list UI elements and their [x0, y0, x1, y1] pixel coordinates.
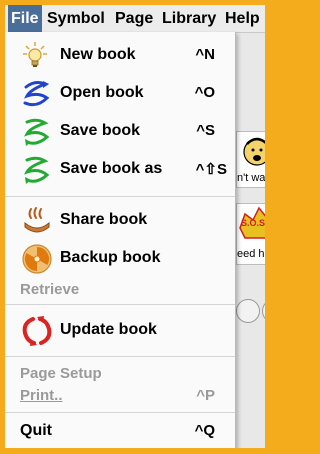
background-app: n't wa S.O.S eed he — [234, 33, 265, 448]
menu-item-quit[interactable]: Quit ^Q — [5, 416, 235, 448]
menubar: File Symbol Page Library Help — [5, 5, 265, 33]
menu-file[interactable]: File — [8, 5, 42, 32]
menu-item-save-book[interactable]: Save book ^S — [5, 116, 235, 148]
menu-library[interactable]: Library — [162, 5, 216, 32]
red-arrows-icon — [22, 316, 52, 346]
shortcut-label: ^Q — [194, 422, 215, 439]
shortcut-label: ^S — [196, 122, 215, 139]
green-swirl-icon — [24, 156, 50, 184]
menu-help[interactable]: Help — [225, 5, 260, 32]
menu-item-new-book[interactable]: New book ^N — [5, 40, 235, 72]
lightbulb-icon — [23, 42, 47, 67]
shortcut-label: ^N — [195, 46, 215, 63]
background-text: n't wa — [237, 172, 265, 184]
shortcut-label: ^⇧S — [195, 161, 227, 178]
menu-item-open-book[interactable]: Open book ^O — [5, 78, 235, 110]
background-text: eed he — [237, 248, 265, 260]
menu-item-share-book[interactable]: Share book — [5, 205, 235, 237]
blue-swirl-icon — [23, 81, 50, 107]
menu-item-label: Open book — [60, 84, 144, 101]
menu-item-label: Quit — [20, 422, 52, 439]
background-radio — [236, 299, 260, 323]
menu-separator — [5, 356, 235, 357]
menu-item-label: Save book as — [60, 160, 163, 177]
menu-separator — [5, 412, 235, 413]
menu-item-label: Print.. — [20, 387, 63, 404]
menu-item-retrieve[interactable]: Retrieve — [20, 281, 79, 298]
menu-item-label: New book — [60, 46, 136, 63]
sos-label: S.O.S — [241, 218, 265, 228]
file-menu-dropdown: New book ^N Open book ^O Save book ^S Sa… — [5, 32, 236, 448]
menu-separator — [5, 196, 235, 197]
app-window: n't wa S.O.S eed he File Symbol Page Lib… — [5, 5, 265, 448]
share-hand-icon — [24, 207, 50, 233]
menu-item-label: Save book — [60, 122, 141, 139]
menu-item-label: Update book — [60, 321, 157, 338]
menu-item-print[interactable]: Print.. ^P — [5, 383, 235, 407]
shortcut-label: ^O — [194, 84, 215, 101]
menu-page[interactable]: Page — [115, 5, 153, 32]
green-swirl-icon — [24, 118, 50, 146]
radiation-icon — [22, 244, 52, 274]
menu-separator — [5, 304, 235, 305]
face-icon — [243, 137, 265, 166]
menu-item-label: Share book — [60, 211, 148, 228]
background-radio — [262, 299, 265, 323]
menu-item-update-book[interactable]: Update book — [5, 315, 235, 347]
menu-item-page-setup[interactable]: Page Setup — [20, 365, 102, 382]
menu-item-label: Backup book — [60, 249, 161, 266]
menu-item-backup-book[interactable]: Backup book — [5, 243, 235, 275]
shortcut-label: ^P — [196, 387, 215, 404]
menu-item-save-book-as[interactable]: Save book as ^⇧S — [5, 154, 235, 186]
background-card: S.O.S eed he — [236, 203, 265, 265]
background-card: n't wa — [236, 131, 265, 188]
menu-symbol[interactable]: Symbol — [47, 5, 105, 32]
